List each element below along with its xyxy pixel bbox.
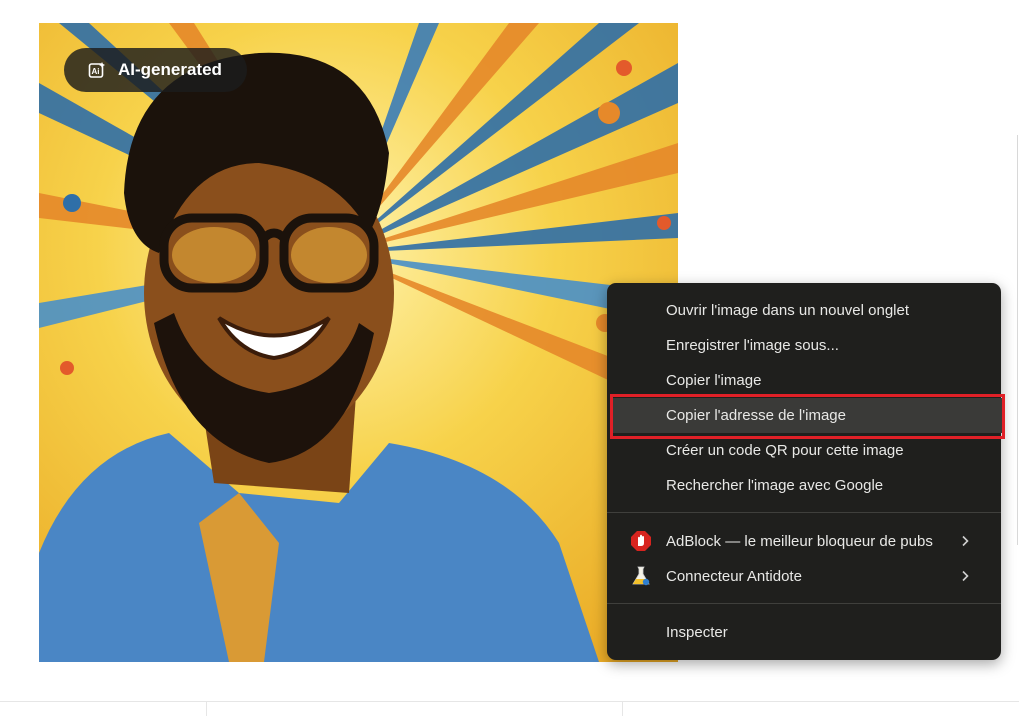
highlight-annotation	[610, 394, 1005, 439]
illustration	[39, 23, 678, 662]
adblock-hand-icon	[631, 531, 651, 551]
chevron-right-icon	[962, 570, 969, 582]
bottom-divider	[0, 701, 1019, 702]
menu-item-label: Rechercher l'image avec Google	[666, 477, 884, 494]
menu-item-label: Créer un code QR pour cette image	[666, 442, 904, 459]
context-menu: Ouvrir l'image dans un nouvel onglet Enr…	[607, 283, 1003, 660]
menu-item-save-image-as[interactable]: Enregistrer l'image sous...	[607, 328, 1001, 363]
menu-item-open-new-tab[interactable]: Ouvrir l'image dans un nouvel onglet	[607, 293, 1001, 328]
menu-item-inspect[interactable]: Inspecter	[607, 615, 1001, 650]
svg-text:Ai: Ai	[92, 67, 100, 76]
bottom-divider-tick	[206, 701, 207, 716]
menu-item-antidote[interactable]: Connecteur Antidote	[607, 559, 1001, 594]
menu-item-copy-image[interactable]: Copier l'image	[607, 363, 1001, 398]
ai-sparkle-icon: Ai	[88, 62, 105, 78]
menu-item-label: AdBlock — le meilleur bloqueur de pubs	[666, 533, 933, 550]
menu-item-label: Connecteur Antidote	[666, 568, 802, 585]
menu-separator	[607, 512, 1001, 513]
menu-item-adblock[interactable]: AdBlock — le meilleur bloqueur de pubs	[607, 524, 1001, 559]
bottom-divider-tick	[622, 701, 623, 716]
chevron-right-icon	[962, 535, 969, 547]
ai-generated-badge: Ai AI-generated	[64, 48, 247, 92]
ai-badge-label: AI-generated	[118, 60, 222, 79]
antidote-flask-icon	[632, 566, 650, 586]
menu-separator	[607, 603, 1001, 604]
menu-item-label: Ouvrir l'image dans un nouvel onglet	[666, 302, 910, 319]
page-edge-divider	[1017, 135, 1018, 545]
portrait-image[interactable]: Ai AI-generated	[39, 23, 678, 662]
menu-item-label: Enregistrer l'image sous...	[666, 337, 839, 354]
menu-item-label: Copier l'image	[666, 372, 762, 389]
menu-item-label: Inspecter	[666, 624, 728, 641]
menu-item-search-google[interactable]: Rechercher l'image avec Google	[607, 468, 1001, 503]
